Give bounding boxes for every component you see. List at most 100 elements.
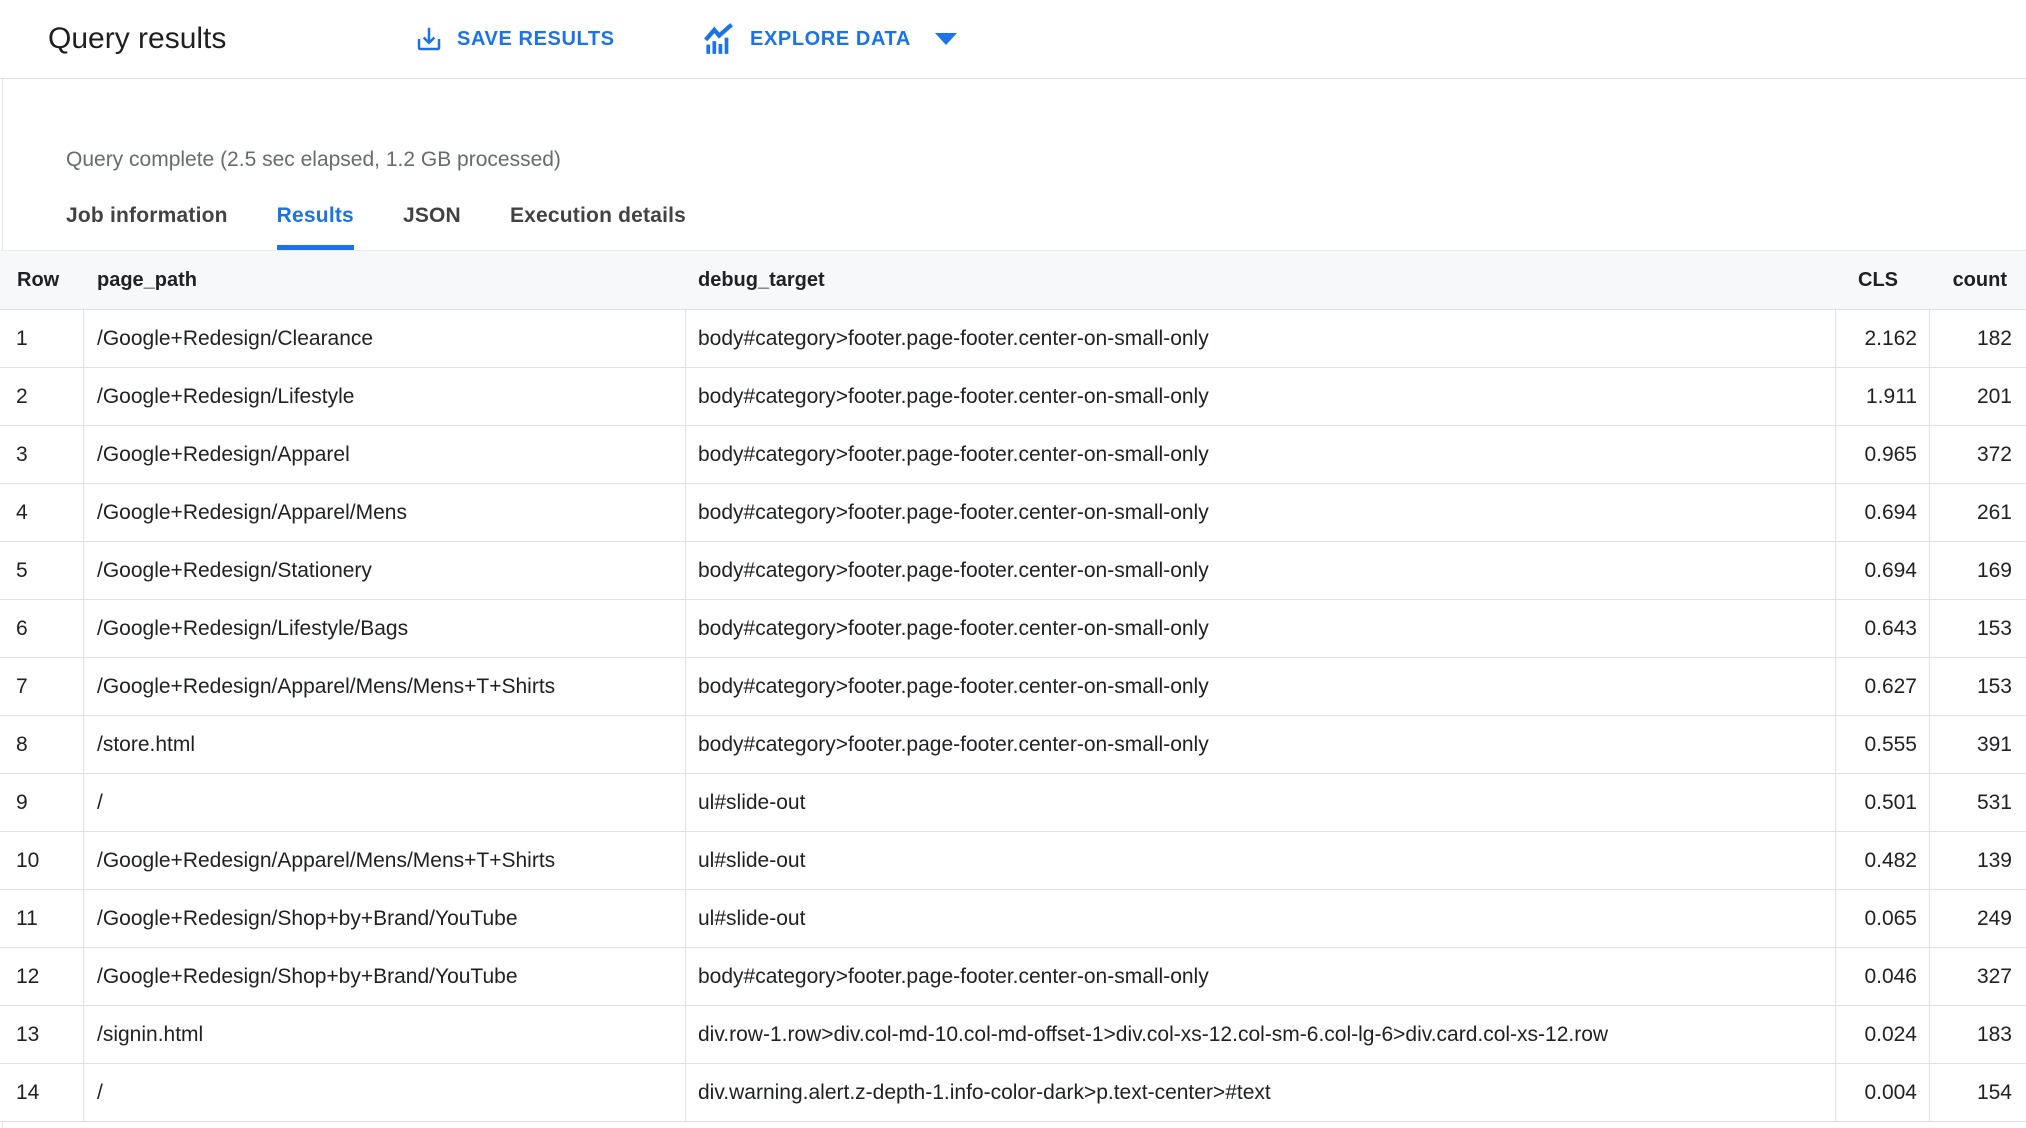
cell-row-number: 8: [0, 716, 84, 773]
cell-page-path: /Google+Redesign/Apparel/Mens/Mens+T+Shi…: [84, 832, 686, 889]
query-results-panel: Query results SAVE RESULTS EXPLORE DATA …: [0, 0, 2026, 1128]
table-header-row: Row page_path debug_target CLS count: [0, 250, 2026, 310]
cell-count: 154: [1976, 1080, 2012, 1104]
column-header-debug-target: debug_target: [698, 268, 825, 291]
table-row: 1/Google+Redesign/Clearance body#category…: [0, 310, 2026, 368]
cell-row-number: 2: [0, 368, 84, 425]
table-row: 4/Google+Redesign/Apparel/Mens body#categ…: [0, 484, 2026, 542]
table-row: 10/Google+Redesign/Apparel/Mens/Mens+T+S…: [0, 832, 2026, 890]
explore-data-button[interactable]: EXPLORE DATA: [701, 0, 957, 78]
cell-page-path: /: [84, 1064, 686, 1121]
table-row: 14/div.warning.alert.z-depth-1.info-colo…: [0, 1064, 2026, 1122]
cell-page-path: /Google+Redesign/Lifestyle: [84, 368, 686, 425]
cell-count: 391: [1976, 732, 2012, 756]
query-status-text: Query complete (2.5 sec elapsed, 1.2 GB …: [66, 148, 561, 171]
cell-page-path: /: [84, 774, 686, 831]
cell-count: 201: [1976, 384, 2012, 408]
cell-cls: 0.482: [1836, 832, 1930, 889]
cell-cls: 1.911: [1836, 368, 1930, 425]
cell-count: 372: [1976, 442, 2012, 466]
cell-debug-target: body#category>footer.page-footer.center-…: [686, 484, 1836, 541]
results-table-body: 1/Google+Redesign/Clearance body#category…: [0, 310, 2026, 1122]
cell-page-path: /Google+Redesign/Shop+by+Brand/YouTube: [84, 890, 686, 947]
tab-results[interactable]: Results: [276, 203, 354, 250]
results-tabs: Job information Results JSON Execution deta…: [66, 203, 735, 250]
cell-cls: 0.046: [1836, 948, 1930, 1005]
cell-debug-target: body#category>footer.page-footer.center-…: [686, 658, 1836, 715]
cell-row-number: 5: [0, 542, 84, 599]
table-row: 9/ul#slide-out 0.501 531: [0, 774, 2026, 832]
results-header-bar: Query results SAVE RESULTS EXPLORE DATA: [0, 0, 2026, 79]
cell-count: 182: [1976, 326, 2012, 350]
cell-page-path: /Google+Redesign/Lifestyle/Bags: [84, 600, 686, 657]
cell-cls: 0.065: [1836, 890, 1930, 947]
table-row: 5/Google+Redesign/Stationery body#categor…: [0, 542, 2026, 600]
cell-cls: 0.965: [1836, 426, 1930, 483]
cell-debug-target: body#category>footer.page-footer.center-…: [686, 310, 1836, 367]
save-results-button[interactable]: SAVE RESULTS: [414, 0, 615, 78]
tab-execution-details[interactable]: Execution details: [510, 203, 686, 250]
cell-page-path: /Google+Redesign/Apparel/Mens/Mens+T+Shi…: [84, 658, 686, 715]
cell-debug-target: body#category>footer.page-footer.center-…: [686, 368, 1836, 425]
column-header-page-path: page_path: [97, 268, 198, 291]
download-icon: [414, 24, 444, 54]
cell-cls: 0.555: [1836, 716, 1930, 773]
cell-count: 327: [1976, 964, 2012, 988]
cell-debug-target: body#category>footer.page-footer.center-…: [686, 426, 1836, 483]
cell-cls: 0.501: [1836, 774, 1930, 831]
cell-debug-target: ul#slide-out: [686, 774, 1836, 831]
cell-count: 153: [1976, 616, 2012, 640]
chart-icon: [701, 22, 737, 56]
cell-page-path: /signin.html: [84, 1006, 686, 1063]
table-row: 12/Google+Redesign/Shop+by+Brand/YouTube…: [0, 948, 2026, 1006]
cell-count: 249: [1976, 906, 2012, 930]
cell-row-number: 12: [0, 948, 84, 1005]
cell-debug-target: body#category>footer.page-footer.center-…: [686, 948, 1836, 1005]
column-header-count: count: [1952, 268, 2007, 291]
cell-cls: 0.004: [1836, 1064, 1930, 1121]
tab-job-information[interactable]: Job information: [66, 203, 228, 250]
cell-row-number: 14: [0, 1064, 84, 1121]
cell-page-path: /Google+Redesign/Stationery: [84, 542, 686, 599]
cell-debug-target: body#category>footer.page-footer.center-…: [686, 600, 1836, 657]
page-title: Query results: [48, 22, 227, 55]
cell-cls: 0.024: [1836, 1006, 1930, 1063]
cell-debug-target: body#category>footer.page-footer.center-…: [686, 542, 1836, 599]
cell-debug-target: ul#slide-out: [686, 832, 1836, 889]
caret-down-icon: [934, 33, 957, 45]
cell-row-number: 9: [0, 774, 84, 831]
cell-row-number: 6: [0, 600, 84, 657]
save-results-label: SAVE RESULTS: [457, 27, 615, 50]
cell-debug-target: div.row-1.row>div.col-md-10.col-md-offse…: [686, 1006, 1836, 1063]
column-header-cls: CLS: [1858, 268, 1898, 291]
cell-row-number: 1: [0, 310, 84, 367]
table-row: 2/Google+Redesign/Lifestyle body#category…: [0, 368, 2026, 426]
explore-data-label: EXPLORE DATA: [750, 27, 911, 50]
tab-json[interactable]: JSON: [403, 203, 461, 250]
cell-page-path: /store.html: [84, 716, 686, 773]
cell-row-number: 7: [0, 658, 84, 715]
cell-row-number: 3: [0, 426, 84, 483]
cell-count: 153: [1976, 674, 2012, 698]
table-row: 7/Google+Redesign/Apparel/Mens/Mens+T+Sh…: [0, 658, 2026, 716]
table-row: 11/Google+Redesign/Shop+by+Brand/YouTube…: [0, 890, 2026, 948]
cell-page-path: /Google+Redesign/Apparel: [84, 426, 686, 483]
cell-cls: 2.162: [1836, 310, 1930, 367]
cell-count: 183: [1976, 1022, 2012, 1046]
table-row: 8/store.html body#category>footer.page-fo…: [0, 716, 2026, 774]
table-row: 3/Google+Redesign/Apparel body#category>f…: [0, 426, 2026, 484]
cell-cls: 0.694: [1836, 484, 1930, 541]
cell-cls: 0.643: [1836, 600, 1930, 657]
column-header-row: Row: [17, 268, 60, 291]
cell-page-path: /Google+Redesign/Shop+by+Brand/YouTube: [84, 948, 686, 1005]
cell-debug-target: div.warning.alert.z-depth-1.info-color-d…: [686, 1064, 1836, 1121]
cell-debug-target: ul#slide-out: [686, 890, 1836, 947]
table-row: 13/signin.html div.row-1.row>div.col-md-1…: [0, 1006, 2026, 1064]
cell-row-number: 11: [0, 890, 84, 947]
cell-row-number: 10: [0, 832, 84, 889]
cell-cls: 0.627: [1836, 658, 1930, 715]
cell-count: 169: [1976, 558, 2012, 582]
cell-count: 261: [1976, 500, 2012, 524]
cell-row-number: 4: [0, 484, 84, 541]
cell-page-path: /Google+Redesign/Apparel/Mens: [84, 484, 686, 541]
